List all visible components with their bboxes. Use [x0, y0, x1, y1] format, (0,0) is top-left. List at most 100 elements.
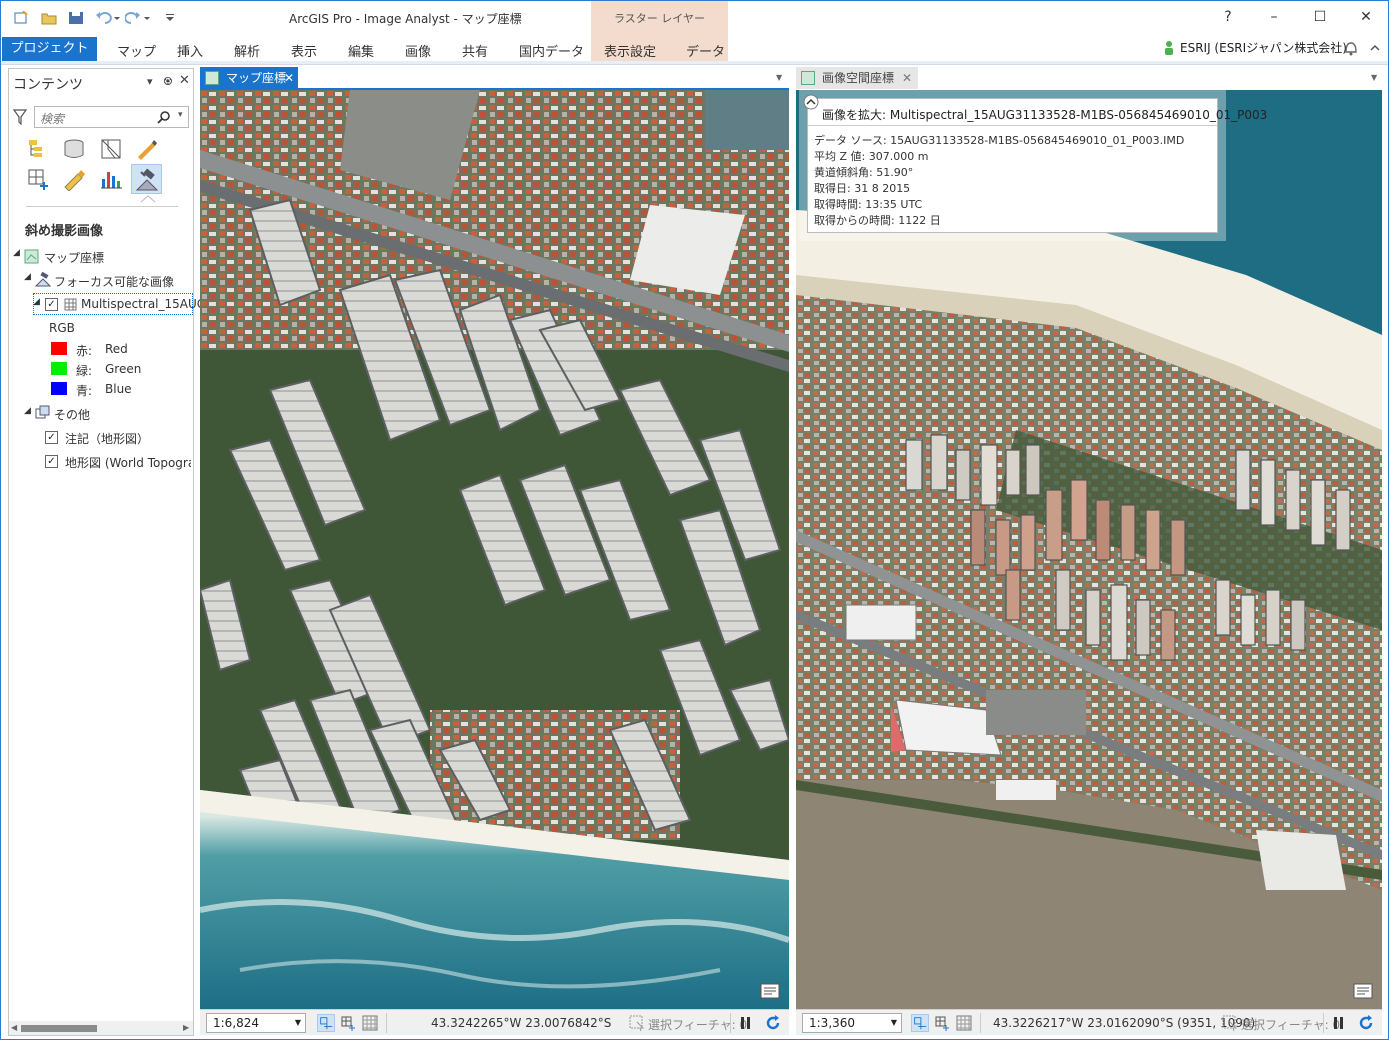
new-project-icon[interactable] [13, 11, 29, 25]
list-by-editing-icon[interactable] [134, 137, 158, 161]
select-features-icon[interactable] [628, 1014, 646, 1032]
tree-map-name[interactable]: マップ座標 [44, 249, 104, 266]
collapse-popup-icon[interactable] [802, 93, 820, 111]
ribbon-collapse-icon[interactable] [1369, 43, 1381, 53]
list-charts-icon[interactable] [99, 167, 123, 191]
tab-edit[interactable]: 編集 [348, 41, 374, 60]
refresh-icon[interactable] [1357, 1014, 1375, 1032]
list-by-selection-icon[interactable] [99, 137, 123, 161]
customize-toolbar-icon[interactable] [165, 11, 175, 25]
scale-select[interactable]: 1:3,360 ▼ [802, 1013, 902, 1033]
selected-features: 選択フィーチャ: 0 [1241, 1018, 1341, 1032]
coordinate-readout: 43.3226217°W 23.0162090°S (9351, 1090) [993, 1016, 1256, 1030]
list-perspective-imagery-button[interactable] [131, 164, 162, 194]
topo-checkbox[interactable]: ✓ [45, 455, 58, 468]
tab-map[interactable]: マップ [117, 41, 156, 60]
close-tab-icon[interactable]: ✕ [902, 67, 912, 89]
popup-line: 黄道傾斜角: 51.90° [814, 166, 914, 179]
filter-icon[interactable] [13, 109, 27, 125]
tree-annotation[interactable]: 注記（地形図） [65, 430, 149, 447]
list-by-labeling-icon[interactable] [62, 167, 86, 191]
help-button[interactable]: ? [1217, 7, 1239, 27]
close-button[interactable]: ✕ [1355, 7, 1377, 27]
layer-visibility-checkbox[interactable]: ✓ [45, 298, 58, 311]
tab-data[interactable]: データ [686, 41, 725, 60]
redo-icon[interactable] [125, 11, 151, 25]
pin-icon[interactable]: ♼ [163, 75, 173, 88]
attribution-icon[interactable] [760, 983, 780, 999]
table-grid-icon[interactable] [361, 1014, 379, 1032]
scroll-left-icon[interactable]: ◀ [11, 1023, 17, 1032]
annotation-checkbox[interactable]: ✓ [45, 431, 58, 444]
green-swatch [51, 362, 67, 375]
horizontal-scrollbar[interactable]: ◀ ▶ [9, 1021, 193, 1035]
image-view-icon [801, 71, 815, 85]
list-by-drawing-order-icon[interactable] [26, 137, 50, 161]
select-features-icon[interactable] [1221, 1014, 1239, 1032]
notification-bell-icon[interactable] [1343, 39, 1359, 57]
pause-drawing-icon[interactable] [1330, 1014, 1348, 1032]
tab-japan-data[interactable]: 国内データ [519, 41, 584, 60]
refresh-icon[interactable] [764, 1014, 782, 1032]
scroll-thumb[interactable] [21, 1025, 97, 1032]
popup-line: 取得からの時間: 1122 日 [814, 214, 941, 227]
tree-other-group[interactable]: その他 [54, 406, 90, 423]
other-group-icon [35, 405, 50, 419]
list-by-snapping-icon[interactable] [26, 167, 50, 191]
tab-view[interactable]: 表示 [291, 41, 317, 60]
expand-map-icon[interactable]: ◢ [13, 248, 20, 258]
tab-insert[interactable]: 挿入 [177, 41, 203, 60]
expand-layer-icon[interactable]: ◢ [33, 297, 40, 307]
popup-line: 取得日: 31 8 2015 [814, 182, 911, 195]
tab-appearance[interactable]: 表示設定 [604, 41, 656, 60]
popup-title: 画像を拡大: Multispectral_15AUG31133528-M1BS-… [822, 108, 1268, 122]
tab-project[interactable]: プロジェクト [2, 37, 97, 61]
tree-topo[interactable]: 地形図 (World Topograp [65, 454, 191, 471]
tab-imagery[interactable]: 画像 [405, 41, 431, 60]
tab-analysis[interactable]: 解析 [234, 41, 260, 60]
attribution-icon[interactable] [1353, 983, 1373, 999]
context-tab-group-label: ラスター レイヤー [614, 12, 705, 25]
list-by-data-source-icon[interactable] [62, 137, 86, 161]
grid-snap-icon[interactable] [933, 1014, 951, 1032]
band-blue-name: Blue [105, 382, 132, 396]
popup-line: 取得時間: 13:35 UTC [814, 198, 923, 211]
status-divider [1323, 1013, 1324, 1033]
open-project-icon[interactable] [41, 11, 57, 25]
image-status-bar: 1:3,360 ▼ 43.3226217°W 23.0162090°S (9351… [796, 1009, 1382, 1035]
grid-snap-icon[interactable] [339, 1014, 357, 1032]
view-options-icon[interactable]: ▼ [1371, 73, 1377, 82]
maximize-button[interactable]: ☐ [1309, 7, 1331, 27]
expand-other-group-icon[interactable]: ◢ [24, 406, 31, 416]
map-view-imagery[interactable] [200, 90, 789, 1009]
band-green-prefix: 緑: [76, 364, 93, 378]
band-red-name: Red [105, 342, 128, 356]
close-pane-icon[interactable]: ✕ [179, 73, 190, 88]
tab-map-view[interactable]: マップ座標 ✕ [200, 67, 298, 89]
snapping-icon[interactable] [317, 1014, 335, 1032]
tree-focus-group[interactable]: フォーカス可能な画像 [54, 273, 174, 290]
pause-drawing-icon[interactable] [737, 1014, 755, 1032]
scale-select[interactable]: 1:6,824 ▼ [206, 1013, 306, 1033]
undo-icon[interactable] [95, 11, 121, 25]
table-grid-icon[interactable] [955, 1014, 973, 1032]
view-options-icon[interactable]: ▼ [776, 73, 782, 82]
snapping-icon[interactable] [911, 1014, 929, 1032]
user-account[interactable]: ESRIJ (ESRIジャパン株式会社) [1180, 39, 1347, 56]
search-input[interactable]: 検索 ▾ [34, 106, 189, 128]
user-status-icon [1165, 41, 1173, 55]
tab-share[interactable]: 共有 [462, 41, 488, 60]
tab-image-view[interactable]: 画像空間座標 ✕ [796, 67, 918, 89]
title-bar: ArcGIS Pro - Image Analyst - マップ座標 ラスター … [1, 1, 1388, 61]
band-red-prefix: 赤: [76, 344, 93, 358]
save-project-icon[interactable] [68, 11, 84, 25]
scroll-right-icon[interactable]: ▶ [183, 1023, 189, 1032]
search-dropdown-icon[interactable]: ▾ [178, 110, 183, 120]
status-divider [980, 1013, 981, 1033]
pane-options-icon[interactable]: ▾ [147, 75, 153, 88]
minimize-button[interactable]: – [1263, 7, 1285, 27]
search-icon [157, 111, 170, 124]
close-tab-icon[interactable]: ✕ [284, 67, 294, 89]
expand-focus-group-icon[interactable]: ◢ [24, 272, 31, 282]
tree-layer-name[interactable]: Multispectral_15AUG [81, 297, 206, 311]
